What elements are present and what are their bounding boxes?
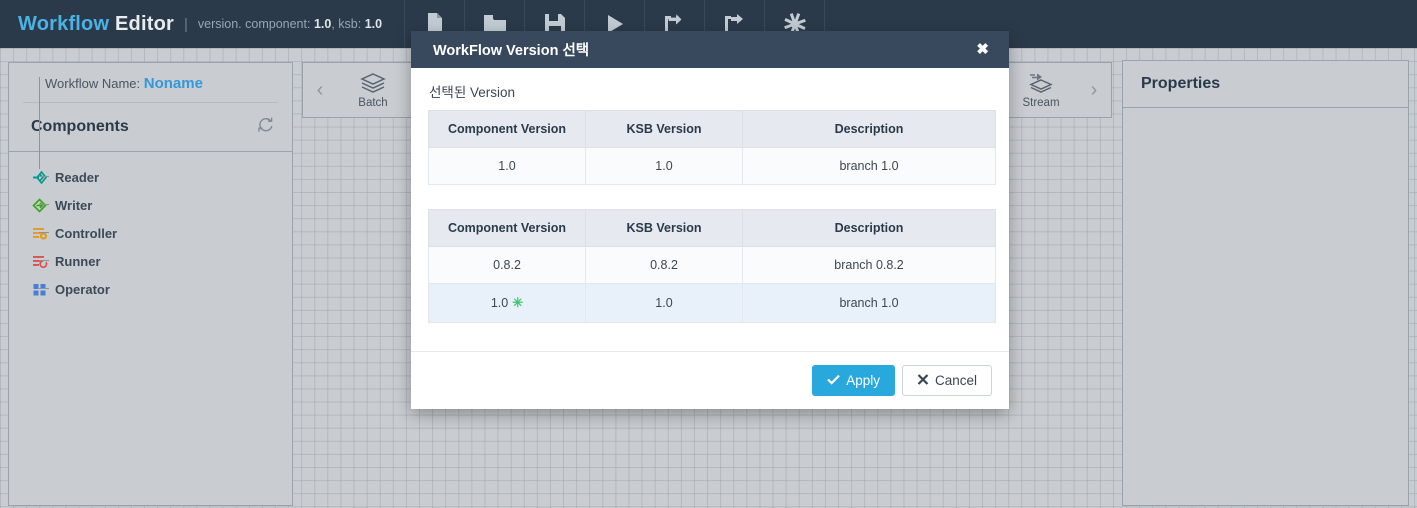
cell-ksb-version: 1.0 bbox=[585, 147, 743, 185]
cell-component-version: 0.8.2 bbox=[428, 246, 586, 284]
tree-branch-line bbox=[39, 176, 49, 177]
tree-item-label: Controller bbox=[55, 225, 118, 241]
layers-icon bbox=[360, 72, 386, 94]
modal-footer: Apply Cancel bbox=[411, 351, 1009, 409]
cell-component-version: 1.0 bbox=[428, 147, 586, 185]
version-prefix-label: version. component: bbox=[197, 17, 311, 31]
table-spacer bbox=[428, 185, 992, 209]
selected-version-label: 선택된 Version bbox=[429, 85, 516, 100]
check-icon bbox=[827, 374, 840, 388]
cell-description: branch 1.0 bbox=[742, 283, 996, 323]
cell-component-version: 1.0 ✳ bbox=[428, 283, 586, 323]
version-select-modal: WorkFlow Version 선택 ✖ 선택된 Version Compon… bbox=[411, 31, 1009, 409]
tree-item-label: Reader bbox=[55, 169, 100, 185]
modal-header: WorkFlow Version 선택 ✖ bbox=[411, 31, 1009, 68]
tree-item-label: Writer bbox=[55, 197, 93, 213]
palette-item-label: Batch bbox=[358, 96, 388, 109]
apply-button-label: Apply bbox=[846, 372, 880, 388]
properties-title: Properties bbox=[1123, 61, 1408, 108]
tree-item-operator[interactable]: Operator bbox=[31, 278, 292, 300]
modal-body: 선택된 Version Component Version KSB Versio… bbox=[411, 68, 1009, 323]
cell-ksb-version: 0.8.2 bbox=[585, 246, 743, 284]
reader-icon bbox=[31, 169, 49, 185]
apply-button[interactable]: Apply bbox=[812, 364, 895, 397]
tree-branch-line bbox=[39, 260, 49, 261]
cell-description: branch 0.8.2 bbox=[742, 246, 996, 284]
workflow-editor-app: Workflow Editor | version. component: 1.… bbox=[0, 0, 1417, 508]
tree-item-writer[interactable]: Writer bbox=[31, 194, 292, 216]
ksb-version-value: 1.0 bbox=[364, 17, 383, 31]
brand-separator: | bbox=[183, 15, 188, 33]
x-icon bbox=[917, 373, 929, 388]
active-star-icon: ✳ bbox=[512, 295, 524, 310]
tree-item-reader[interactable]: Reader bbox=[31, 166, 292, 188]
tree-item-runner[interactable]: Runner bbox=[31, 250, 292, 272]
writer-icon bbox=[31, 197, 49, 213]
tree-branch-line bbox=[39, 232, 49, 233]
workflow-name-row: Workflow Name: Noname bbox=[23, 63, 278, 103]
column-header-component-version: Component Version bbox=[428, 209, 586, 247]
version-info: version. component: 1.0, ksb: 1.0 bbox=[198, 17, 382, 31]
available-version-table: Component Version KSB Version Descriptio… bbox=[428, 209, 996, 323]
modal-title: WorkFlow Version 선택 bbox=[433, 43, 590, 59]
close-icon[interactable]: ✖ bbox=[974, 40, 991, 59]
column-header-ksb-version: KSB Version bbox=[585, 110, 743, 148]
components-title: Components bbox=[31, 118, 129, 135]
selected-version-table: Component Version KSB Version Descriptio… bbox=[428, 110, 996, 185]
column-header-ksb-version: KSB Version bbox=[585, 209, 743, 247]
table-header-row: Component Version KSB Version Descriptio… bbox=[428, 209, 996, 247]
component-version-value: 1.0 bbox=[313, 17, 332, 31]
brand-secondary: Editor bbox=[115, 12, 174, 35]
properties-panel: Properties bbox=[1122, 60, 1409, 506]
tree-item-label: Runner bbox=[55, 253, 101, 269]
palette-item-batch[interactable]: Batch bbox=[337, 63, 409, 117]
properties-body[interactable] bbox=[1123, 108, 1408, 508]
tree-branch-line bbox=[39, 204, 49, 205]
tree-connector bbox=[39, 77, 40, 169]
tree-item-label: Operator bbox=[55, 281, 110, 297]
controller-icon bbox=[31, 225, 49, 241]
workflow-name-label: Workflow Name: bbox=[45, 76, 141, 91]
palette-prev-arrow[interactable]: ‹ bbox=[303, 63, 337, 117]
column-header-description: Description bbox=[742, 110, 996, 148]
table-row-selected[interactable]: 1.0 ✳ 1.0 branch 1.0 bbox=[428, 283, 996, 323]
palette-item-label: Stream bbox=[1022, 96, 1060, 109]
cancel-button-label: Cancel bbox=[934, 372, 977, 388]
palette-next-arrow[interactable]: › bbox=[1077, 63, 1111, 117]
refresh-icon[interactable] bbox=[257, 116, 274, 138]
table-header-row: Component Version KSB Version Descriptio… bbox=[428, 110, 996, 148]
cancel-button[interactable]: Cancel bbox=[901, 364, 992, 397]
table-row[interactable]: 1.0 1.0 branch 1.0 bbox=[428, 147, 996, 185]
components-panel: Workflow Name: Noname Components Reader … bbox=[8, 62, 293, 506]
table-row[interactable]: 0.8.2 0.8.2 branch 0.8.2 bbox=[428, 246, 996, 284]
operator-icon bbox=[31, 281, 49, 297]
cell-ksb-version: 1.0 bbox=[585, 283, 743, 323]
components-tree: Reader Writer Controller Runner Operator bbox=[9, 77, 292, 300]
runner-icon bbox=[31, 253, 49, 269]
workflow-name-value[interactable]: Noname bbox=[144, 75, 203, 92]
ksb-prefix-label: , ksb: bbox=[331, 17, 362, 31]
brand-primary: Workflow bbox=[18, 12, 110, 35]
tree-branch-line bbox=[39, 288, 49, 289]
palette-item-stream[interactable]: Stream bbox=[1005, 63, 1077, 117]
components-header: Components bbox=[9, 103, 292, 152]
cell-description: branch 1.0 bbox=[742, 147, 996, 185]
cell-version-text: 1.0 bbox=[490, 296, 509, 310]
tree-item-controller[interactable]: Controller bbox=[31, 222, 292, 244]
app-brand: Workflow Editor bbox=[0, 13, 174, 36]
column-header-component-version: Component Version bbox=[428, 110, 586, 148]
stream-icon bbox=[1027, 72, 1055, 94]
column-header-description: Description bbox=[742, 209, 996, 247]
